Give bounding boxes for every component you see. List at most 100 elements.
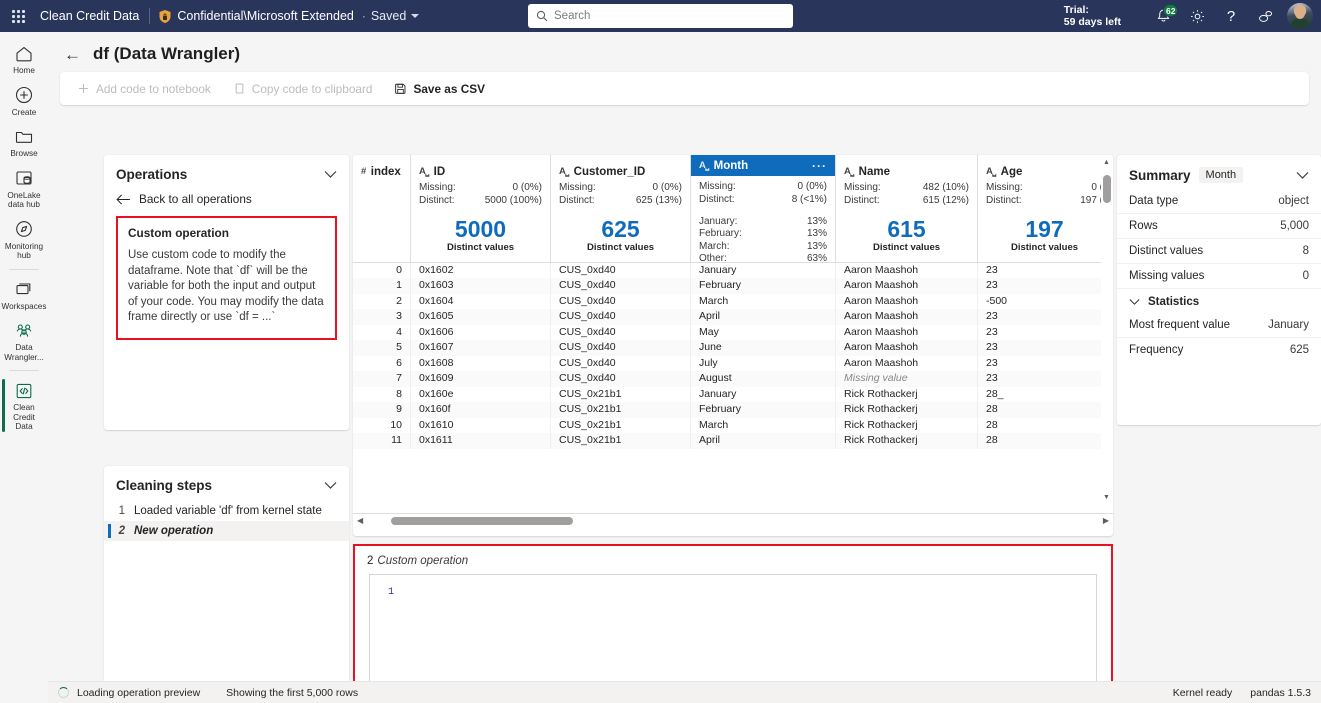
add-code-to-notebook-button[interactable]: Add code to notebook — [68, 77, 220, 101]
scroll-up-arrow-icon[interactable]: ▲ — [1103, 159, 1110, 166]
chevron-down-icon[interactable] — [324, 170, 337, 179]
back-arrow-icon[interactable]: ← — [64, 46, 81, 63]
global-search[interactable] — [528, 4, 793, 28]
table-cell-customer_id: CUS_0xd40 — [551, 293, 691, 309]
sidebar-item-data-wrangler[interactable]: Data Wrangler... — [0, 315, 48, 366]
stat-key: Distinct: — [699, 193, 735, 205]
table-row[interactable]: 2 0x1604 CUS_0xd40 March Aaron Maashoh -500 — [353, 293, 1113, 310]
column-name: ID — [433, 165, 446, 178]
table-row[interactable]: 8 0x160e CUS_0x21b1 January Rick Rothackerj 2… — [353, 386, 1113, 403]
rail-divider — [9, 268, 39, 270]
grid-column-age[interactable]: A⎵ Age Missing: 0 ( Distinct: 197 ( 197 Di… — [978, 155, 1111, 262]
table-cell-age: 23 — [986, 325, 998, 338]
stat-value: 0 (0%) — [652, 182, 682, 193]
loading-status-text: Loading operation preview — [77, 686, 201, 699]
page-title: df (Data Wrangler) — [93, 44, 241, 63]
table-cell-index: 2 — [353, 293, 411, 309]
table-row[interactable]: 1 0x1603 CUS_0xd40 February Aaron Maashoh 23 — [353, 278, 1113, 294]
column-stat-missing: Missing: 0 (0%) — [559, 182, 682, 195]
sensitivity-label[interactable]: Confidential\Microsoft Extended — [150, 9, 361, 24]
scroll-down-arrow-icon[interactable]: ▼ — [1103, 494, 1110, 501]
pandas-version-text: pandas 1.5.3 — [1250, 686, 1311, 699]
table-cell-index: 11 — [353, 433, 411, 449]
table-row[interactable]: 10 0x1610 CUS_0x21b1 March Rick Rothackerj 28 — [353, 417, 1113, 434]
sidebar-item-monitoring-hub[interactable]: Monitoring hub — [0, 214, 48, 265]
sidebar-item-home[interactable]: Home — [0, 38, 48, 80]
table-cell-customer_id: CUS_0xd40 — [551, 340, 691, 356]
brand-title[interactable]: Clean Credit Data — [36, 9, 149, 23]
sidebar-item-browse[interactable]: Browse — [0, 121, 48, 163]
grid-column-name[interactable]: A⎵ Name Missing: 482 (10%) Distinct: 615 (… — [836, 155, 978, 262]
grid-column-month[interactable]: A⎵ Month ··· Missing: 0 (0%) Distinct: 8 (… — [691, 155, 836, 265]
category-label: January: — [699, 216, 738, 227]
sidebar-item-clean-credit-data[interactable]: Clean Credit Data — [0, 375, 48, 436]
table-row[interactable]: 4 0x1606 CUS_0xd40 May Aaron Maashoh 23 — [353, 324, 1113, 341]
scroll-right-arrow-icon[interactable]: ▶ — [1103, 516, 1109, 525]
horizontal-scroll-track[interactable] — [369, 516, 1097, 525]
summary-row-most-frequent-value: Most frequent value January — [1117, 313, 1321, 338]
column-header-name: A⎵ Name — [844, 161, 969, 182]
app-launcher-waffle-icon[interactable] — [0, 0, 36, 32]
grid-vertical-scrollbar[interactable]: ▲ ▼ — [1101, 155, 1113, 505]
table-row[interactable]: 9 0x160f CUS_0x21b1 February Rick Rothackerj… — [353, 402, 1113, 418]
sidebar-item-workspaces[interactable]: Workspaces — [0, 274, 48, 316]
column-menu-icon[interactable]: ··· — [812, 159, 827, 173]
table-cell-customer_id: CUS_0x21b1 — [551, 402, 691, 418]
chevron-down-icon[interactable] — [411, 14, 420, 18]
cleaning-step-item-active[interactable]: 2 New operation — [104, 521, 349, 541]
table-cell-id: 0x1610 — [411, 417, 551, 433]
custom-operation-description: Use custom code to modify the dataframe.… — [128, 249, 324, 323]
table-cell-id: 0x1611 — [411, 433, 551, 449]
code-panel-title: 2 Custom operation — [355, 546, 1111, 574]
vertical-scroll-thumb[interactable] — [1103, 175, 1111, 203]
statistics-section-header[interactable]: Statistics — [1117, 289, 1321, 313]
table-cell-age: 23 — [978, 309, 1111, 325]
table-cell-index: 9 — [353, 402, 411, 418]
table-row[interactable]: 5 0x1607 CUS_0xd40 June Aaron Maashoh 23 — [353, 340, 1113, 356]
save-status[interactable]: · Saved — [361, 9, 420, 23]
table-cell-age: 28 — [986, 418, 998, 431]
separator-dot: · — [361, 9, 366, 23]
table-row[interactable]: 7 0x1609 CUS_0xd40 August Missing value 23 — [353, 371, 1113, 387]
back-to-all-operations-button[interactable]: Back to all operations — [104, 190, 349, 216]
grid-column-customer-id[interactable]: A⎵ Customer_ID Missing: 0 (0%) Distinct: 6… — [551, 155, 691, 262]
grid-body[interactable]: 0 0x1602 CUS_0xd40 January Aaron Maashoh 23 1 0… — [353, 263, 1113, 513]
stat-value: 0 (0%) — [797, 181, 827, 192]
search-input[interactable] — [554, 10, 785, 22]
page-header: ← df (Data Wrangler) — [48, 32, 1321, 72]
help-question-icon[interactable]: ? — [1214, 0, 1248, 32]
trial-days-left: 59 days left — [1063, 16, 1121, 28]
grid-column-index[interactable]: # index — [353, 155, 411, 262]
table-row[interactable]: 11 0x1611 CUS_0x21b1 April Rick Rothackerj 28 — [353, 433, 1113, 449]
sidebar-item-onelake-data-hub[interactable]: OneLake data hub — [0, 163, 48, 214]
table-cell-month: June — [691, 340, 836, 356]
column-stat-missing: Missing: 0 (0%) — [699, 181, 827, 194]
table-cell-month: April — [691, 309, 836, 325]
settings-gear-icon[interactable] — [1180, 0, 1214, 32]
step-number: 1 — [118, 505, 125, 517]
feedback-icon[interactable] — [1248, 0, 1282, 32]
search-icon — [536, 10, 548, 22]
line-number: 1 — [387, 587, 394, 598]
scroll-left-arrow-icon[interactable]: ◀ — [357, 516, 363, 525]
sidebar-item-create[interactable]: Create — [0, 80, 48, 122]
category-label: Other: — [699, 253, 727, 265]
table-cell-name: Aaron Maashoh — [836, 355, 978, 371]
grid-horizontal-scrollbar[interactable]: ◀ ▶ — [353, 513, 1113, 527]
custom-operation-card[interactable]: Custom operation Use custom code to modi… — [116, 216, 337, 340]
account-avatar[interactable] — [1287, 3, 1313, 29]
table-row[interactable]: 6 0x1608 CUS_0xd40 July Aaron Maashoh 23 — [353, 355, 1113, 372]
grid-column-id[interactable]: A⎵ ID Missing: 0 (0%) Distinct: 5000 (100%… — [411, 155, 551, 262]
save-as-csv-button[interactable]: Save as CSV — [385, 77, 493, 101]
cleaning-step-item[interactable]: 1 Loaded variable 'df' from kernel state — [104, 501, 349, 521]
chevron-down-icon[interactable] — [324, 481, 337, 490]
table-cell-month: August — [691, 371, 836, 387]
horizontal-scroll-thumb[interactable] — [390, 516, 573, 525]
data-grid-panel: # index A⎵ ID Missing: 0 (0%) Distinct: 50… — [353, 155, 1113, 536]
chevron-down-icon[interactable] — [1296, 171, 1309, 180]
table-row[interactable]: 3 0x1605 CUS_0xd40 April Aaron Maashoh 23 — [353, 309, 1113, 325]
copy-code-to-clipboard-button[interactable]: Copy code to clipboard — [224, 77, 382, 101]
notifications-icon[interactable]: 62 — [1146, 0, 1180, 32]
table-cell-name: Rick Rothackerj — [836, 433, 978, 449]
category-pct: 13% — [806, 216, 827, 227]
